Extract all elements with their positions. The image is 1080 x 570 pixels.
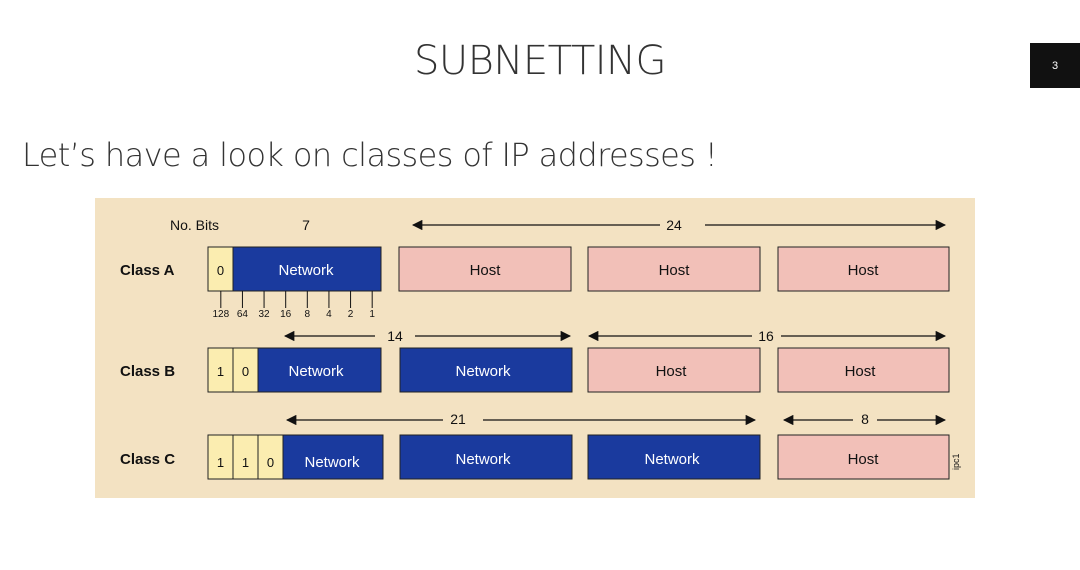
bit-value-label: 2 bbox=[348, 309, 354, 320]
class-b-bit-2-value: 0 bbox=[242, 364, 249, 379]
no-bits-label: No. Bits bbox=[170, 217, 219, 233]
class-c-bit-1-value: 1 bbox=[217, 455, 224, 470]
class-b-octet-2-label: Network bbox=[455, 363, 511, 380]
bit-value-scale: 128 64 32 16 8 4 2 1 bbox=[212, 291, 375, 320]
class-b-octet-3-label: Host bbox=[656, 363, 688, 380]
bit-value-label: 128 bbox=[212, 309, 229, 320]
bit-value-label: 64 bbox=[237, 309, 249, 320]
class-a-network-bits: 7 bbox=[302, 217, 310, 233]
page-number: 3 bbox=[1030, 43, 1080, 88]
class-c-octet-1-label: Network bbox=[304, 454, 360, 471]
bit-value-label: 32 bbox=[259, 309, 271, 320]
figure-code: ipc1 bbox=[951, 453, 961, 470]
slide-subtitle: Let’s have a look on classes of IP addre… bbox=[22, 136, 718, 174]
class-c-label: Class C bbox=[120, 451, 175, 468]
class-c-octet-2-label: Network bbox=[455, 451, 511, 468]
class-b-host-bits: 16 bbox=[758, 328, 774, 344]
bit-value-label: 8 bbox=[305, 309, 311, 320]
class-b-octet-4-label: Host bbox=[845, 363, 877, 380]
class-a-label: Class A bbox=[120, 262, 175, 279]
ip-classes-svg: No. Bits 7 24 Class A 0 Network Host Hos… bbox=[120, 217, 961, 480]
bit-value-label: 4 bbox=[326, 309, 332, 320]
class-c-bit-2-value: 1 bbox=[242, 455, 249, 470]
ip-classes-diagram: No. Bits 7 24 Class A 0 Network Host Hos… bbox=[95, 198, 975, 498]
class-b-octet-1-label: Network bbox=[288, 363, 344, 380]
class-c-network-bits: 21 bbox=[450, 411, 466, 427]
class-a-octet-4-label: Host bbox=[848, 262, 880, 279]
class-a-host-bits: 24 bbox=[666, 217, 682, 233]
class-b-bit-1-value: 1 bbox=[217, 364, 224, 379]
class-c-octet-4-label: Host bbox=[848, 451, 880, 468]
bit-value-label: 1 bbox=[369, 309, 375, 320]
class-a-octet-2-label: Host bbox=[470, 262, 502, 279]
bit-value-label: 16 bbox=[280, 309, 292, 320]
class-c-bit-3-value: 0 bbox=[267, 455, 274, 470]
class-c-octet-3-label: Network bbox=[644, 451, 700, 468]
class-b-network-bits: 14 bbox=[387, 328, 403, 344]
class-a-octet-1-label: Network bbox=[278, 262, 334, 279]
slide-title: SUBNETTING bbox=[414, 38, 666, 84]
class-a-octet-3-label: Host bbox=[659, 262, 691, 279]
class-b-label: Class B bbox=[120, 363, 175, 380]
class-c-host-bits: 8 bbox=[861, 411, 869, 427]
class-a-bit-0-value: 0 bbox=[217, 263, 224, 278]
